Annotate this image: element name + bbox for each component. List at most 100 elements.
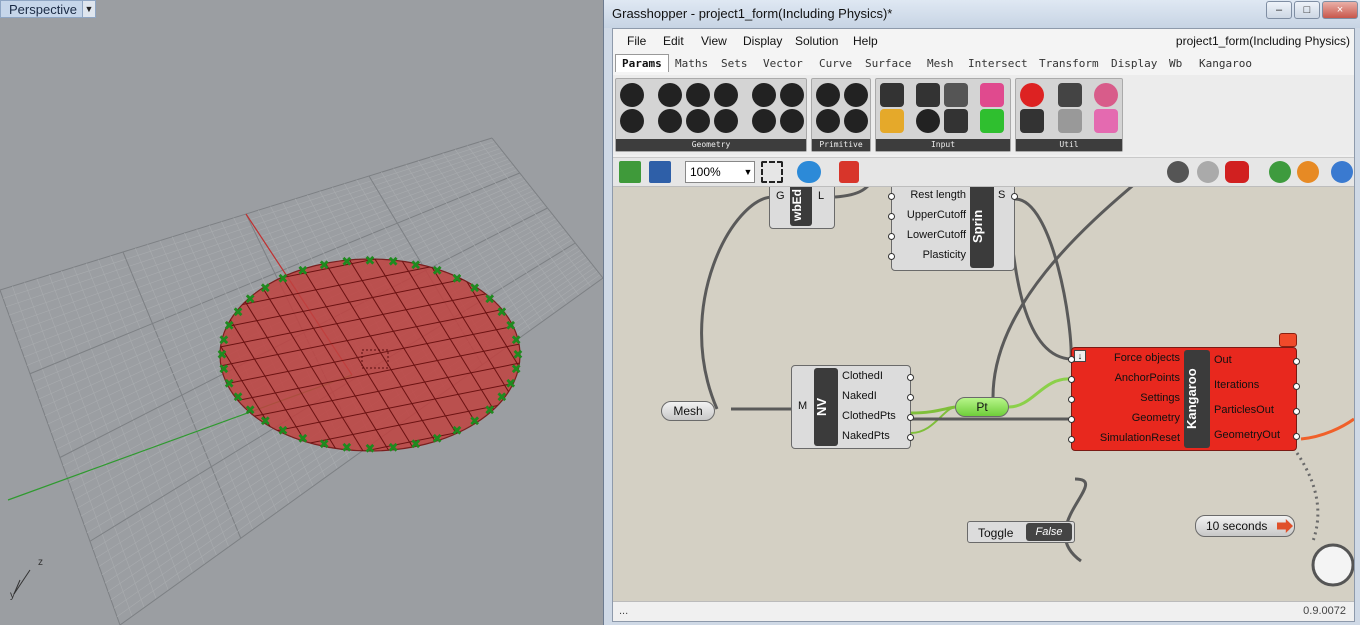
tab-intersect[interactable]: Intersect xyxy=(968,57,1028,70)
bake-icon[interactable] xyxy=(1269,161,1291,183)
nv-component[interactable]: M NV ClothedI NakedI ClothedPts NakedPts xyxy=(791,365,914,449)
kangaroo-input-simulationreset[interactable]: SimulationReset xyxy=(1082,432,1180,444)
tab-kangaroo[interactable]: Kangaroo xyxy=(1199,57,1252,70)
kangaroo-port-iterations[interactable] xyxy=(1293,383,1300,390)
toggle-icon[interactable] xyxy=(916,83,940,107)
mesh-icon[interactable] xyxy=(780,83,804,107)
kangaroo-port-reset[interactable] xyxy=(1068,436,1075,443)
kangaroo-port-geometryout[interactable] xyxy=(1293,433,1300,440)
preview-eye-icon[interactable] xyxy=(797,161,821,183)
spring-output-s[interactable]: S xyxy=(998,189,1005,201)
kangaroo-input-anchorpoints[interactable]: AnchorPoints xyxy=(1082,372,1180,384)
save-file-icon[interactable] xyxy=(649,161,671,183)
kangaroo-output-particlesout[interactable]: ParticlesOut xyxy=(1214,404,1274,416)
nv-port-clothedpts[interactable] xyxy=(907,414,914,421)
panel-label-geometry[interactable]: Geometry xyxy=(616,139,806,151)
sketch-pen-icon[interactable] xyxy=(839,161,859,183)
navigation-wheel-icon[interactable] xyxy=(1311,543,1354,587)
cluster-icon[interactable] xyxy=(1094,83,1118,107)
boolean-icon[interactable] xyxy=(816,83,840,107)
wbedges-output-l[interactable]: L xyxy=(818,190,824,202)
window-titlebar[interactable]: Grasshopper - project1_form(Including Ph… xyxy=(604,0,1360,28)
geometry-icon[interactable] xyxy=(620,83,644,107)
spring-input-plasticity[interactable]: Plasticity xyxy=(900,249,966,261)
number-icon[interactable] xyxy=(816,109,840,133)
nv-port-nakedi[interactable] xyxy=(907,394,914,401)
kangaroo-port-particles[interactable] xyxy=(1293,408,1300,415)
matrix-icon[interactable] xyxy=(980,109,1004,133)
nv-port-clothedi[interactable] xyxy=(907,374,914,381)
material-icon[interactable] xyxy=(1297,161,1319,183)
minimize-button[interactable]: – xyxy=(1266,1,1292,19)
kangaroo-output-out[interactable]: Out xyxy=(1214,354,1232,366)
arc-icon[interactable] xyxy=(686,109,710,133)
kangaroo-input-settings[interactable]: Settings xyxy=(1082,392,1180,404)
circle-icon[interactable] xyxy=(658,83,682,107)
plane-icon[interactable] xyxy=(714,109,738,133)
spring-port-s[interactable] xyxy=(1011,193,1018,200)
spring-input-rest-length[interactable]: Rest length xyxy=(900,189,966,201)
tab-display[interactable]: Display xyxy=(1111,57,1157,70)
vector-icon[interactable] xyxy=(620,109,644,133)
tab-transform[interactable]: Transform xyxy=(1039,57,1099,70)
menu-solution[interactable]: Solution xyxy=(795,34,838,48)
brep-icon[interactable] xyxy=(752,109,776,133)
gradient-icon[interactable] xyxy=(944,83,968,107)
open-file-icon[interactable] xyxy=(619,161,641,183)
spring-port-rest-length[interactable] xyxy=(888,193,895,200)
kangaroo-control-window-icon[interactable] xyxy=(1279,333,1297,347)
sphere-icon[interactable] xyxy=(1331,161,1353,183)
zoom-extents-icon[interactable] xyxy=(761,161,783,183)
wbedges-component[interactable]: G wbEd L xyxy=(769,187,835,229)
spring-port-lower-cutoff[interactable] xyxy=(888,233,895,240)
arrow-outline-icon[interactable] xyxy=(1058,109,1082,133)
spring-component[interactable]: Rest length UpperCutoff LowerCutoff Plas… xyxy=(888,187,1018,271)
nv-output-clothedpts[interactable]: ClothedPts xyxy=(842,410,896,422)
group-icon[interactable] xyxy=(780,109,804,133)
integer-icon[interactable] xyxy=(844,83,868,107)
tree-icon[interactable] xyxy=(1020,109,1044,133)
surface-icon[interactable] xyxy=(714,83,738,107)
kangaroo-port-force[interactable] xyxy=(1068,356,1075,363)
curve-icon[interactable] xyxy=(686,83,710,107)
cherry-picker-icon[interactable] xyxy=(1020,83,1044,107)
tab-maths[interactable]: Maths xyxy=(675,57,708,70)
tab-surface[interactable]: Surface xyxy=(865,57,911,70)
menu-view[interactable]: View xyxy=(701,34,727,48)
kangaroo-port-anchor[interactable] xyxy=(1068,376,1075,383)
kangaroo-input-geometry[interactable]: Geometry xyxy=(1082,412,1180,424)
panel-label-util[interactable]: Util xyxy=(1016,139,1122,151)
kangaroo-port-out[interactable] xyxy=(1293,358,1300,365)
import-icon[interactable] xyxy=(880,83,904,107)
tab-curve[interactable]: Curve xyxy=(819,57,852,70)
toggle-value[interactable]: False xyxy=(1026,523,1072,541)
menu-help[interactable]: Help xyxy=(853,34,878,48)
spring-port-upper-cutoff[interactable] xyxy=(888,213,895,220)
close-button[interactable]: × xyxy=(1322,1,1358,19)
panel-label-input[interactable]: Input xyxy=(876,139,1010,151)
nv-output-clothedi[interactable]: ClothedI xyxy=(842,370,883,382)
menu-edit[interactable]: Edit xyxy=(663,34,684,48)
preview-shaded-icon[interactable] xyxy=(1167,161,1189,183)
kangaroo-component[interactable]: ↓ Force objects AnchorPoints Settings Ge… xyxy=(1068,347,1300,451)
nv-output-nakedi[interactable]: NakedI xyxy=(842,390,877,402)
menu-display[interactable]: Display xyxy=(743,34,782,48)
pt-param[interactable]: Pt xyxy=(955,397,1009,417)
graph-mapper-icon[interactable] xyxy=(880,109,904,133)
swatch-icon[interactable] xyxy=(980,83,1004,107)
tab-params[interactable]: Params xyxy=(615,54,669,72)
spring-input-lower-cutoff[interactable]: LowerCutoff xyxy=(900,229,966,241)
zoom-dropdown-icon[interactable]: ▼ xyxy=(741,161,755,183)
kangaroo-input-force-objects[interactable]: Force objects xyxy=(1082,352,1180,364)
kangaroo-output-iterations[interactable]: Iterations xyxy=(1214,379,1259,391)
button-icon[interactable] xyxy=(916,109,940,133)
kangaroo-port-geometry[interactable] xyxy=(1068,416,1075,423)
spring-input-upper-cutoff[interactable]: UpperCutoff xyxy=(900,209,966,221)
flask-icon[interactable] xyxy=(1094,109,1118,133)
preview-selected-icon[interactable] xyxy=(1225,161,1249,183)
viewport-title[interactable]: Perspective xyxy=(0,0,86,18)
tab-sets[interactable]: Sets xyxy=(721,57,748,70)
tab-wb[interactable]: Wb xyxy=(1169,57,1182,70)
tab-vector[interactable]: Vector xyxy=(763,57,803,70)
arrow-right-icon[interactable] xyxy=(1058,83,1082,107)
